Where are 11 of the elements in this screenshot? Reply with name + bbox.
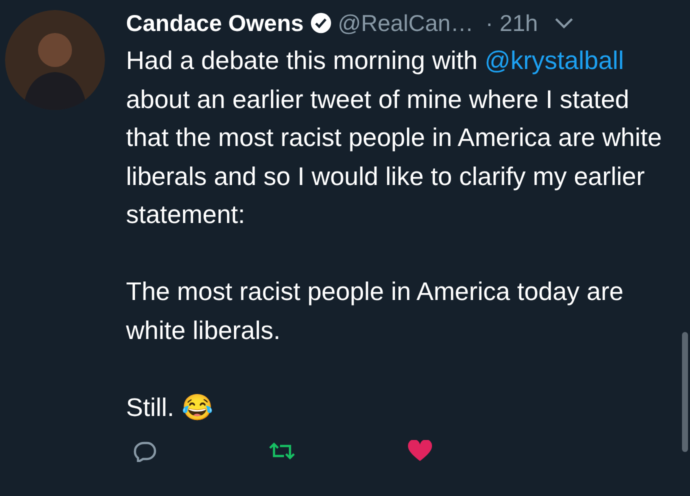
mention-link[interactable]: @krystalball	[484, 47, 624, 75]
tweet-time: · 21h	[486, 10, 538, 36]
heart-icon[interactable]	[407, 440, 433, 462]
tweet-text: Still. 😂	[126, 392, 214, 424]
tweet-text: The most racist people in America today are white liberals.	[126, 277, 624, 346]
author-handle[interactable]: @RealCan…	[338, 10, 474, 36]
retweet-icon[interactable]	[267, 440, 297, 462]
author-name[interactable]: Candace Owens	[126, 10, 304, 36]
chevron-down-icon[interactable]	[554, 17, 574, 29]
tweet-text: Had a debate this morning with @krystalball about an earlier tweet of mine where I stated that the most racist people in America are white liberals and so I would like to clarify my earlier statement:	[126, 46, 663, 231]
reply-icon[interactable]	[131, 440, 157, 462]
